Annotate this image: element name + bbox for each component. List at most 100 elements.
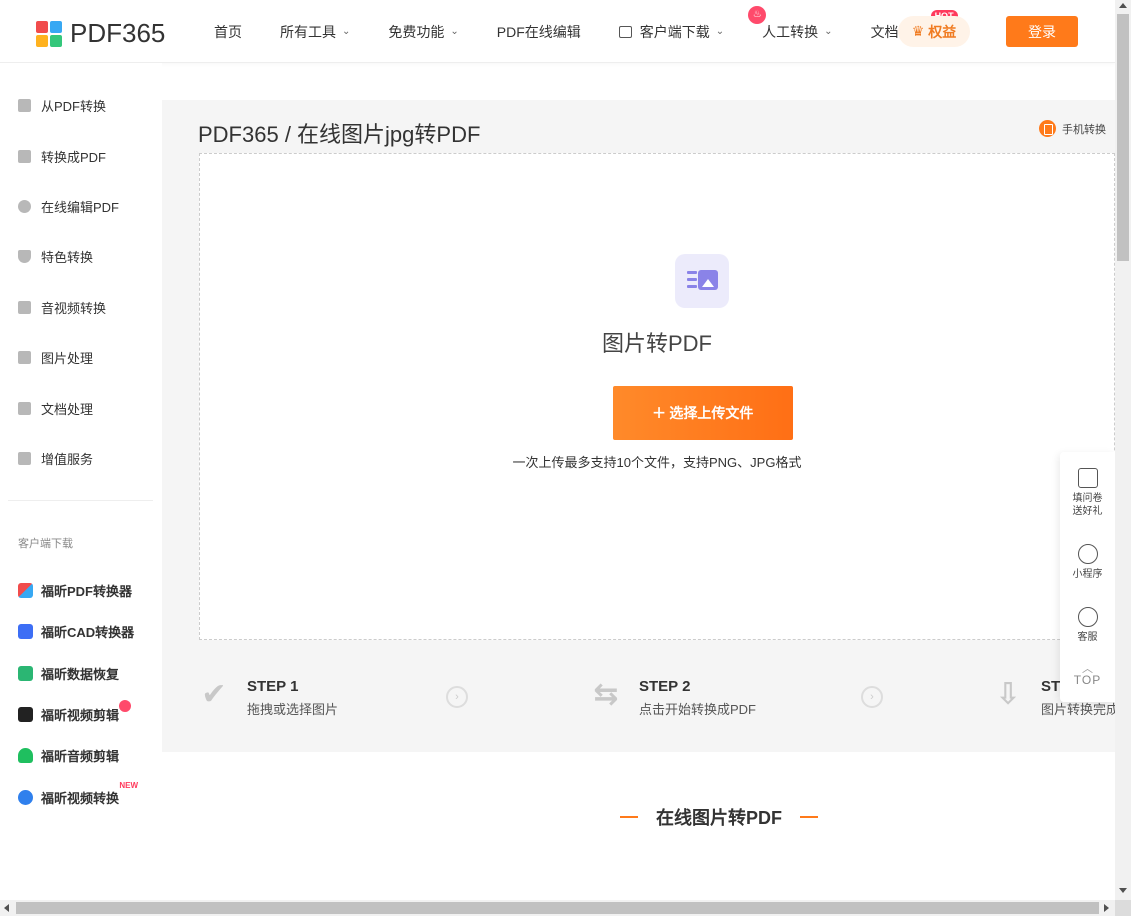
chevron-down-icon: ⌄ xyxy=(342,26,351,37)
sidebar-item-image[interactable]: 图片处理 xyxy=(18,348,93,367)
fire-icon: ♨ xyxy=(748,5,767,24)
app-video-converter[interactable]: 福昕视频转换 NEW xyxy=(18,781,138,807)
login-button[interactable]: 登录 xyxy=(1006,16,1078,47)
plus-icon: + xyxy=(652,400,666,425)
main-nav: 首页 所有工具⌄ 免费功能⌄ PDF在线编辑 客户端下载⌄ ♨人工转换⌄ 文档翻… xyxy=(214,0,965,63)
document-icon xyxy=(18,402,31,415)
nav-label: 人工转换 xyxy=(762,23,819,40)
upload-file-button[interactable]: + 选择上传文件 xyxy=(613,386,793,440)
sidebar-item-label: 在线编辑PDF xyxy=(41,200,120,215)
nav-label: 客户端下载 xyxy=(639,23,710,40)
nav-manual-convert[interactable]: ♨ 人工转换 ⌄ xyxy=(748,5,833,42)
mobile-link-label: 手机转换 xyxy=(1062,123,1106,136)
step-desc: 拖拽或选择图片 xyxy=(247,702,339,717)
app-pdf-converter[interactable]: 福昕PDF转换器 xyxy=(18,581,132,600)
app-data-recovery[interactable]: 福昕数据恢复 xyxy=(18,664,119,683)
app-video-editor[interactable]: 福昕视频剪辑 xyxy=(18,700,132,724)
step-title: STEP 2 xyxy=(639,678,691,695)
rights-button[interactable]: ♛ 权益 xyxy=(898,16,970,47)
chevron-down-icon: ⌄ xyxy=(450,26,459,37)
mobile-convert-link[interactable]: 手机转换 xyxy=(1039,120,1106,137)
sidebar-item-to-pdf[interactable]: 转换成PDF xyxy=(18,147,106,166)
app-cad-converter[interactable]: 福昕CAD转换器 xyxy=(18,622,134,641)
sidebar-item-media[interactable]: 音视频转换 xyxy=(18,298,106,317)
miniprogram-label: 小程序 xyxy=(1072,569,1103,580)
nav-label: 所有工具 xyxy=(280,23,336,40)
scroll-left-icon[interactable] xyxy=(4,904,9,912)
logo-mark-icon xyxy=(36,20,62,47)
media-icon xyxy=(18,301,31,314)
nav-pdf-online-edit[interactable]: PDF在线编辑 xyxy=(497,22,581,42)
app-audio-editor[interactable]: 福昕音频剪辑 xyxy=(18,746,119,765)
floating-toolbar: 填问卷 送好礼 小程序 客服 ︿ TOP xyxy=(1060,452,1115,702)
main-content: PDF365 / 在线图片jpg转PDF 手机转换 图片转PDF + 选择上传文… xyxy=(162,100,1119,752)
headset-icon xyxy=(1077,607,1098,627)
video-editor-icon xyxy=(18,707,33,722)
sidebar-item-special[interactable]: 特色转换 xyxy=(18,247,93,266)
survey-icon xyxy=(1077,468,1098,488)
nav-all-tools[interactable]: 所有工具 ⌄ xyxy=(280,22,350,42)
step-desc: 点击开始转换成PDF xyxy=(639,702,757,717)
sidebar-item-edit-pdf[interactable]: 在线编辑PDF xyxy=(18,197,119,216)
phone-icon xyxy=(1039,120,1056,137)
app-label: 福昕数据恢复 xyxy=(41,667,120,682)
nav-label: 免费功能 xyxy=(388,23,445,40)
cad-converter-icon xyxy=(18,624,33,639)
scrollbar-corner xyxy=(1115,900,1131,916)
check-icon: ✔ xyxy=(201,678,227,711)
survey-button[interactable]: 填问卷 送好礼 xyxy=(1060,468,1115,518)
customer-service-button[interactable]: 客服 xyxy=(1060,607,1115,644)
heading-dash xyxy=(620,816,638,818)
scroll-right-icon[interactable] xyxy=(1104,904,1109,912)
scroll-thumb[interactable] xyxy=(16,902,1099,914)
list-icon xyxy=(18,452,31,465)
sidebar-item-label: 特色转换 xyxy=(41,250,94,265)
app-label-wrap: 福昕视频剪辑 xyxy=(41,700,132,724)
vertical-scrollbar[interactable] xyxy=(1115,0,1131,900)
swap-icon: ⇆ xyxy=(593,678,619,711)
audio-editor-icon xyxy=(18,748,33,763)
scroll-down-icon[interactable] xyxy=(1119,888,1127,893)
crown-icon: ♛ xyxy=(911,23,925,39)
download-icon: ⇩ xyxy=(995,678,1021,711)
pdf-converter-icon xyxy=(18,583,33,598)
miniprogram-button[interactable]: 小程序 xyxy=(1060,544,1115,581)
sidebar-item-from-pdf[interactable]: 从PDF转换 xyxy=(18,96,106,115)
upload-button-label: 选择上传文件 xyxy=(669,405,754,421)
sidebar-item-label: 文档处理 xyxy=(41,402,94,417)
sidebar-item-value-added[interactable]: 增值服务 xyxy=(18,449,93,468)
upload-dropzone[interactable]: 图片转PDF + 选择上传文件 一次上传最多支持10个文件，支持PNG、JPG格… xyxy=(199,153,1115,640)
client-download-caption: 客户端下载 xyxy=(18,538,73,550)
image-icon xyxy=(18,351,31,364)
nav-client-download[interactable]: 客户端下载 ⌄ xyxy=(618,22,725,42)
to-pdf-icon xyxy=(18,150,31,163)
scroll-thumb[interactable] xyxy=(1117,14,1129,261)
horizontal-scrollbar[interactable] xyxy=(0,900,1115,916)
scroll-up-icon[interactable] xyxy=(1119,3,1127,8)
app-label-wrap: 福昕视频转换 NEW xyxy=(41,781,138,807)
sidebar-item-label: 转换成PDF xyxy=(41,150,107,165)
chevron-down-icon: ⌄ xyxy=(715,26,725,37)
section-heading: 在线图片转PDF xyxy=(602,804,836,830)
step-1: ✔ STEP 1 拖拽或选择图片 xyxy=(197,666,338,718)
nav-home[interactable]: 首页 xyxy=(214,22,242,42)
sidebar-item-document[interactable]: 文档处理 xyxy=(18,399,93,418)
sidebar-item-label: 图片处理 xyxy=(41,351,94,366)
chevron-right-icon: › xyxy=(861,686,883,708)
step-2: ⇆ STEP 2 点击开始转换成PDF xyxy=(589,666,756,718)
logo-text: PDF365 xyxy=(70,18,166,48)
logo[interactable]: PDF365 xyxy=(36,18,165,49)
top-label: TOP xyxy=(1073,673,1102,687)
sidebar: 从PDF转换 转换成PDF 在线编辑PDF 特色转换 音视频转换 图片处理 文档… xyxy=(0,63,162,900)
app-label: 福昕PDF转换器 xyxy=(41,584,133,599)
back-to-top-button[interactable]: ︿ TOP xyxy=(1060,664,1115,687)
nav-free-features[interactable]: 免费功能 ⌄ xyxy=(388,22,458,42)
nav-label: PDF在线编辑 xyxy=(496,23,581,40)
edit-icon xyxy=(18,200,31,213)
pdf-convert-icon xyxy=(18,99,31,112)
sidebar-divider xyxy=(8,500,153,501)
survey-label: 填问卷 送好礼 xyxy=(1072,493,1103,517)
app-label: 福昕CAD转换器 xyxy=(41,625,135,640)
app-label: 福昕视频剪辑 xyxy=(41,708,120,723)
data-recovery-icon xyxy=(18,666,33,681)
